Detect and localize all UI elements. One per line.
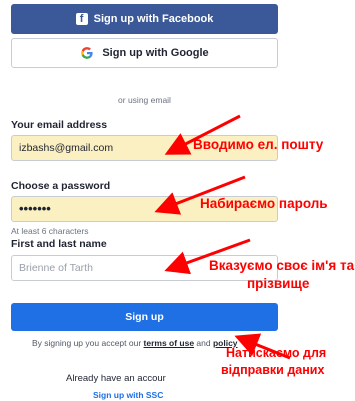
sso-link[interactable]: Sign up with SSC <box>93 390 163 400</box>
email-value: izbashs@gmail.com <box>19 142 114 154</box>
google-signup-button[interactable]: Sign up with Google <box>11 38 278 68</box>
annotation-name-line2: прізвище <box>247 276 310 291</box>
password-value: ••••••• <box>19 201 51 216</box>
terms-of-use-link[interactable]: terms of use <box>144 338 195 348</box>
google-icon <box>81 47 93 59</box>
google-signup-label: Sign up with Google <box>102 47 209 59</box>
already-account-text: Already have an accour <box>66 373 166 384</box>
annotation-submit-line1: Натискаємо для <box>226 346 327 360</box>
divider-text: or using email <box>118 95 171 105</box>
annotation-name-line1: Вказуємо своє ім'я та <box>209 258 355 273</box>
terms-prefix: By signing up you accept our <box>32 338 144 348</box>
facebook-signup-label: Sign up with Facebook <box>93 13 214 25</box>
email-label: Your email address <box>11 119 108 131</box>
terms-and: and <box>194 338 213 348</box>
facebook-icon: f <box>75 13 88 25</box>
signup-label: Sign up <box>125 311 164 323</box>
password-label: Choose a password <box>11 180 111 192</box>
password-hint: At least 6 characters <box>11 226 89 236</box>
signup-button[interactable]: Sign up <box>11 303 278 331</box>
name-placeholder: Brienne of Tarth <box>19 262 93 274</box>
annotation-email: Вводимо ел. пошту <box>193 137 324 152</box>
annotation-password: Набираємо пароль <box>200 196 328 211</box>
annotation-submit-line2: відправки даних <box>221 363 325 377</box>
facebook-signup-button[interactable]: f Sign up with Facebook <box>11 4 278 34</box>
name-label: First and last name <box>11 238 107 250</box>
terms-text: By signing up you accept our terms of us… <box>32 338 238 348</box>
